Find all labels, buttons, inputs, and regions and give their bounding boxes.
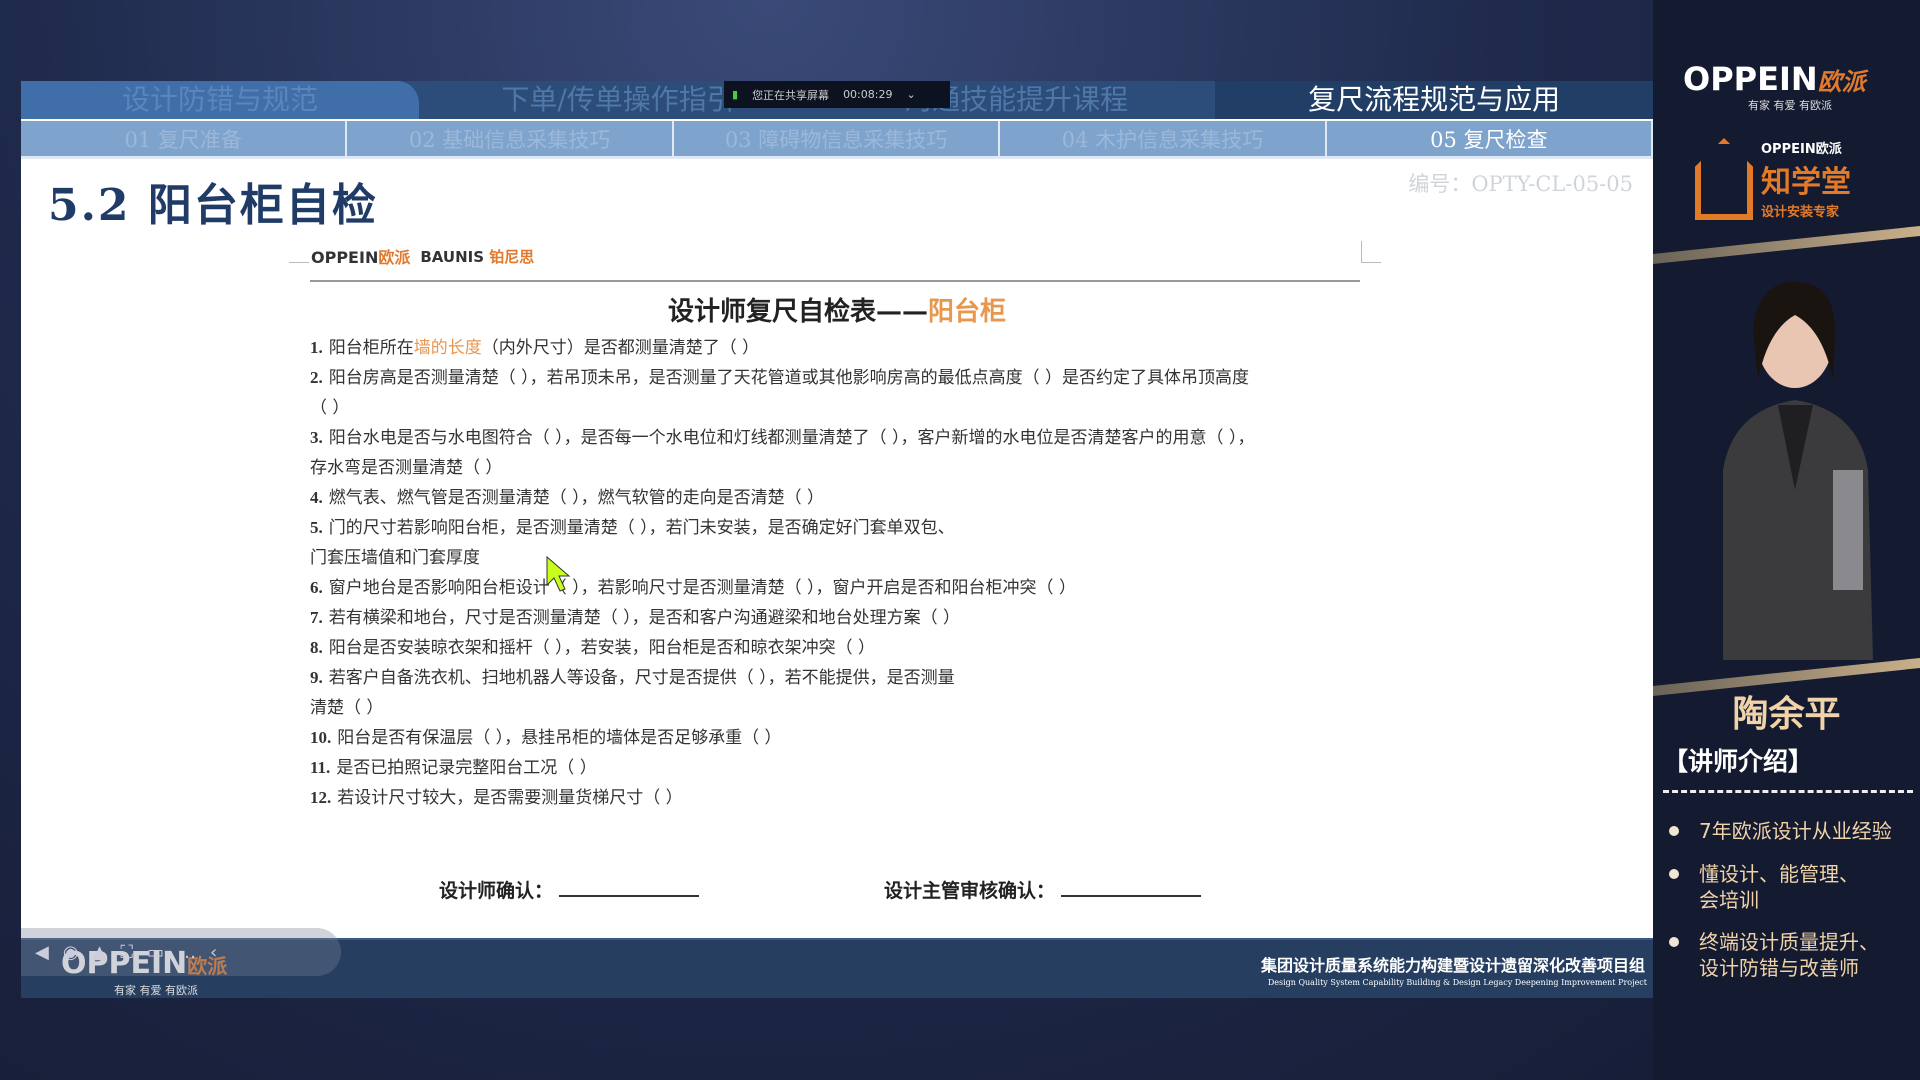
item-number: 1. xyxy=(310,338,323,357)
footer-project-cn: 集团设计质量系统能力构建暨设计遗留深化改善项目组 xyxy=(1260,956,1645,975)
checklist-line: 9. 若客户自备洗衣机、扫地机器人等设备，尺寸是否提供（ ），若不能提供，是否测量 xyxy=(310,663,1390,693)
zhixuetang-logo: OPPEIN欧派 知学堂 设计安装专家 xyxy=(1695,138,1851,220)
tab-04[interactable]: 04 木护信息采集技巧 xyxy=(1000,121,1327,156)
checklist-line: 5. 门的尺寸若影响阳台柜，是否测量清楚（ ），若门未安装，是否确定好门套单双包、 xyxy=(310,513,1390,543)
prev-icon[interactable]: ◀ xyxy=(35,942,49,963)
item-text: 燃气表、燃气管是否测量清楚（ ），燃气软管的走向是否清楚（ ） xyxy=(328,488,825,508)
doc-corner xyxy=(1361,241,1381,263)
item-number: 3. xyxy=(310,428,323,447)
checklist-line: 清楚（ ） xyxy=(310,693,1390,723)
doc-logo: OPPEIN欧派 BAUNIS 铂尼思 xyxy=(311,247,535,268)
item-text: 门套压墙值和门套厚度 xyxy=(310,548,480,568)
signal-icon: ▮ xyxy=(732,88,739,101)
checklist-line: 3. 阳台水电是否与水电图符合（ ），是否每一个水电位和灯线都测量清楚了（ ），客… xyxy=(310,423,1390,453)
bullet-item: 终端设计质量提升、设计防错与改善师 xyxy=(1669,929,1884,981)
item-text: （内外尺寸）是否都测量清楚了（ ） xyxy=(481,338,760,358)
fullscreen-icon[interactable]: ⛶ xyxy=(120,942,133,963)
item-text: 若有横梁和地台，尺寸是否测量清楚（ ），是否和客户沟通避梁和地台处理方案（ ） xyxy=(328,608,961,628)
checklist-line: 6. 窗户地台是否影响阳台柜设计（ ），若影响尺寸是否测量清楚（ ），窗户开启是否… xyxy=(310,573,1390,603)
checklist-line: 2. 阳台房高是否测量清楚（ ），若吊顶未吊，是否测量了天花管道或其他影响房高的最… xyxy=(310,363,1390,393)
item-text: 若客户自备洗衣机、扫地机器人等设备，尺寸是否提供（ ），若不能提供，是否测量 xyxy=(328,668,955,688)
divider xyxy=(1663,790,1913,793)
checklist: 1. 阳台柜所在墙的长度（内外尺寸）是否都测量清楚了（ ） 2. 阳台房高是否测量清楚… xyxy=(310,333,1390,813)
doc-title: 设计师复尺自检表——阳台柜 xyxy=(667,297,1007,327)
divider xyxy=(310,280,1360,282)
doc-code: 编号：OPTY-CL-05-05 xyxy=(1408,172,1633,196)
item-number: 7. xyxy=(310,608,323,627)
designer-signature: 设计师确认： xyxy=(439,876,700,903)
item-number: 12. xyxy=(310,788,332,807)
item-number: 9. xyxy=(310,668,323,687)
item-text: 门的尺寸若影响阳台柜，是否测量清楚（ ），若门未安装，是否确定好门套单双包、 xyxy=(328,518,955,538)
item-number: 2. xyxy=(310,368,323,387)
page-title: 5.2 阳台柜自检 xyxy=(48,180,378,231)
manager-signature: 设计主管审核确认： xyxy=(884,876,1202,903)
item-text: 阳台水电是否与水电图符合（ ），是否每一个水电位和灯线都测量清楚了（ ），客户新… xyxy=(328,428,1255,448)
checklist-line: （ ） xyxy=(310,393,1390,423)
more-icon[interactable]: … xyxy=(178,942,196,963)
tab-01[interactable]: 01 复尺准备 xyxy=(21,121,348,156)
checklist-line: 门套压墙值和门套厚度 xyxy=(310,543,1390,573)
checklist-line: 存水弯是否测量清楚（ ） xyxy=(310,453,1390,483)
item-text: 窗户地台是否影响阳台柜设计（ ），若影响尺寸是否测量清楚（ ），窗户开启是否和阳… xyxy=(328,578,1076,598)
bullet-item: 懂设计、能管理、会培训 xyxy=(1669,861,1869,913)
tab-05[interactable]: 05 复尺检查 xyxy=(1327,121,1653,156)
item-text: 存水弯是否测量清楚（ ） xyxy=(310,458,503,478)
tab-03[interactable]: 03 障碍物信息采集技巧 xyxy=(674,121,1001,156)
item-text: 阳台是否安装晾衣架和摇杆（ ），若安装，阳台柜是否和晾衣架冲突（ ） xyxy=(328,638,876,658)
footer-project-en: Design Quality System Capability Buildin… xyxy=(1267,978,1647,987)
presenter-video xyxy=(1723,281,1873,660)
share-status: 您正在共享屏幕 xyxy=(752,88,830,102)
house-icon xyxy=(1695,138,1753,220)
checklist-line: 8. 阳台是否安装晾衣架和摇杆（ ），若安装，阳台柜是否和晾衣架冲突（ ） xyxy=(310,633,1390,663)
item-number: 6. xyxy=(310,578,323,597)
item-number: 4. xyxy=(310,488,323,507)
presenter-name: 陶余平 xyxy=(1732,694,1841,735)
item-text: 阳台房高是否测量清楚（ ），若吊顶未吊，是否测量了天花管道或其他影响房高的最低点… xyxy=(328,368,1250,388)
item-text: 清楚（ ） xyxy=(310,698,384,718)
presenter-panel: OPPEIN欧派 有家 有爱 有欧派 OPPEIN欧派 知学堂 设计安装专家 陶余平… xyxy=(1653,0,1920,1080)
checklist-line: 10. 阳台是否有保温层（ ），悬挂吊柜的墙体是否足够承重（ ） xyxy=(310,723,1390,753)
section-tabs: 01 复尺准备 02 基础信息采集技巧 03 障碍物信息采集技巧 04 木护信息… xyxy=(21,121,1653,159)
item-text: 是否已拍照记录完整阳台工况（ ） xyxy=(336,758,597,778)
highlight-text: 墙的长度 xyxy=(413,338,482,358)
checklist-line: 7. 若有横梁和地台，尺寸是否测量清楚（ ），是否和客户沟通避梁和地台处理方案（ … xyxy=(310,603,1390,633)
panel-logo: OPPEIN欧派 xyxy=(1683,60,1866,98)
screen-share-bar: ▮ 您正在共享屏幕 00:08:29 ⌄ xyxy=(724,81,950,108)
checklist-line: 4. 燃气表、燃气管是否测量清楚（ ），燃气软管的走向是否清楚（ ） xyxy=(310,483,1390,513)
item-number: 10. xyxy=(310,728,332,747)
module-item-active[interactable]: 复尺流程规范与应用 xyxy=(1215,81,1653,119)
checklist-line: 1. 阳台柜所在墙的长度（内外尺寸）是否都测量清楚了（ ） xyxy=(310,333,1390,363)
collapse-icon[interactable]: ‹ xyxy=(210,942,217,963)
presentation-controls: ◀ ◉ ▲ ⛶ ▭ … ‹ xyxy=(21,928,341,976)
checklist-line: 12. 若设计尺寸较大，是否需要测量货梯尺寸（ ） xyxy=(310,783,1390,813)
item-text: （ ） xyxy=(310,398,350,418)
pen-icon[interactable]: ▲ xyxy=(93,942,107,963)
module-item[interactable]: 设计防错与规范 xyxy=(21,81,420,119)
chevron-down-icon[interactable]: ⌄ xyxy=(906,88,915,101)
bullet-item: 7年欧派设计从业经验 xyxy=(1669,818,1920,844)
item-number: 5. xyxy=(310,518,323,537)
footer-slogan: 有家 有爱 有欧派 xyxy=(114,984,198,997)
item-text: 阳台柜所在 xyxy=(328,338,414,358)
share-timer: 00:08:29 xyxy=(843,88,893,101)
panel-slogan: 有家 有爱 有欧派 xyxy=(1748,99,1832,112)
doc-corner xyxy=(289,241,309,263)
item-text: 阳台是否有保温层（ ），悬挂吊柜的墙体是否足够承重（ ） xyxy=(337,728,782,748)
mouse-cursor-icon xyxy=(546,555,571,592)
presenter-intro-heading: 【讲师介绍】 xyxy=(1663,747,1814,776)
item-text: 若设计尺寸较大，是否需要测量货梯尺寸（ ） xyxy=(337,788,683,808)
slide: 设计防错与规范 下单/传单操作指引 沟通技能提升课程 复尺流程规范与应用 01 … xyxy=(21,81,1653,998)
checklist-line: 11. 是否已拍照记录完整阳台工况（ ） xyxy=(310,753,1390,783)
tab-02[interactable]: 02 基础信息采集技巧 xyxy=(347,121,674,156)
screen-icon[interactable]: ▭ xyxy=(147,942,164,963)
item-number: 11. xyxy=(310,758,331,777)
decor-stripe xyxy=(1653,225,1920,265)
item-number: 8. xyxy=(310,638,323,657)
pointer-icon[interactable]: ◉ xyxy=(63,942,79,963)
